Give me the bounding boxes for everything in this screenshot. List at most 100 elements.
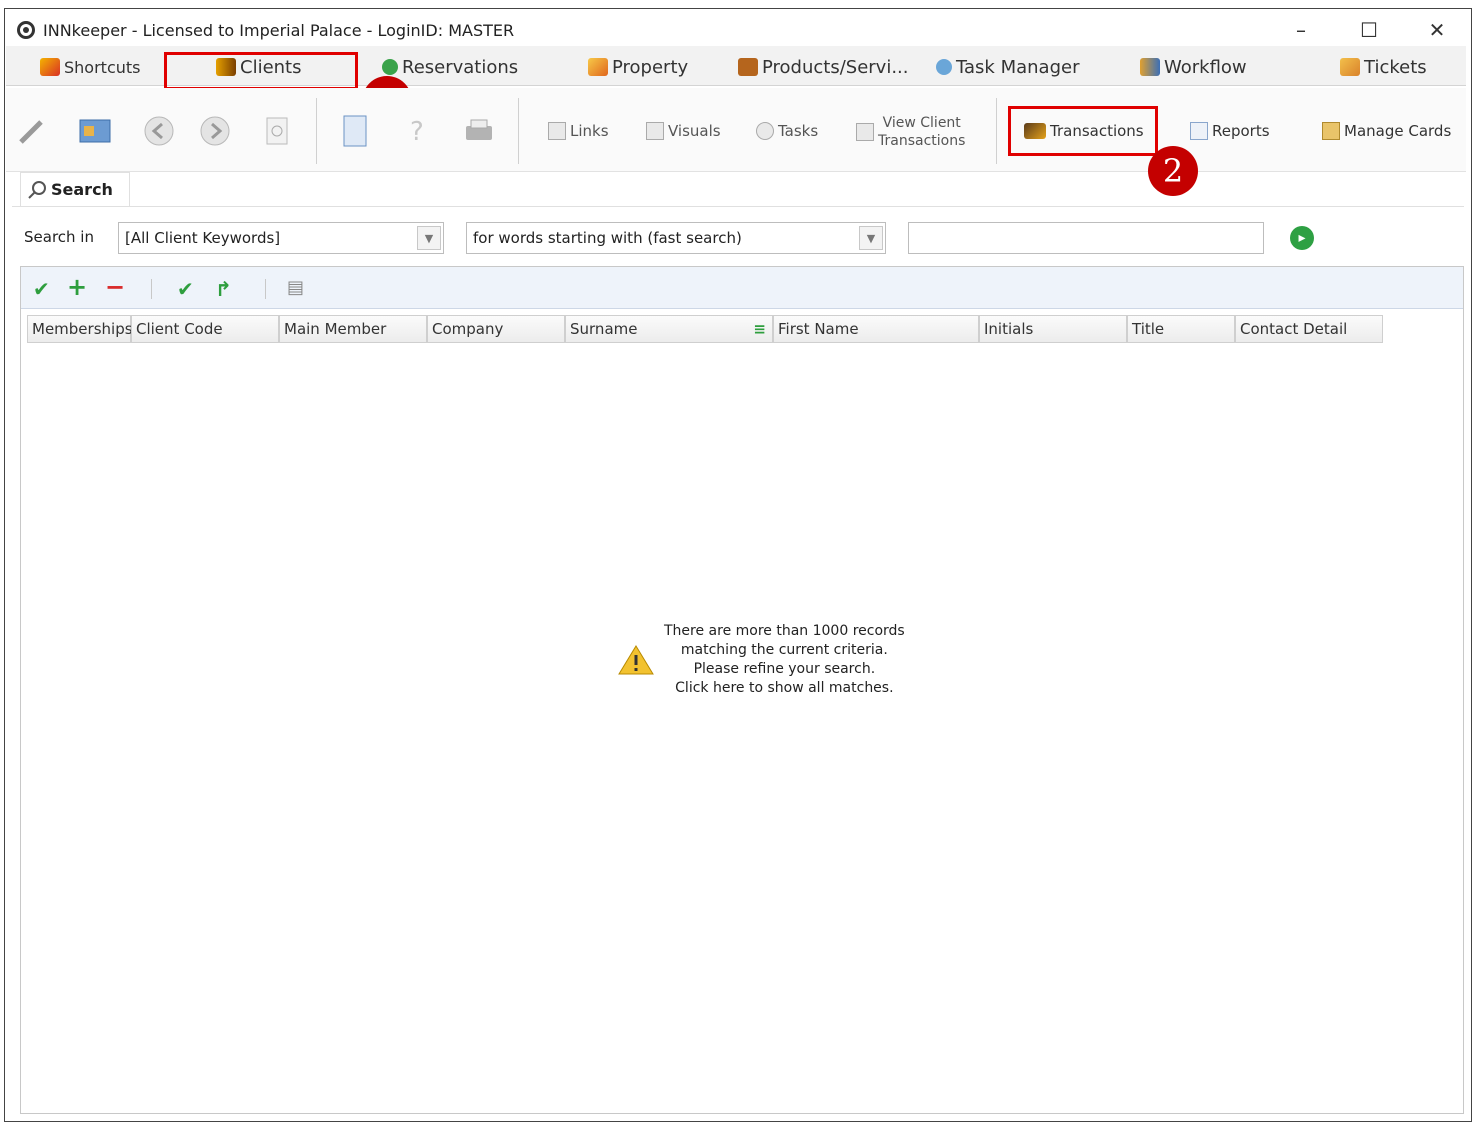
tab-shortcuts[interactable]: Shortcuts <box>40 52 140 82</box>
search-in-label: Search in <box>24 228 94 246</box>
client-card-icon[interactable] <box>78 114 112 148</box>
manage-cards-icon <box>1322 122 1340 140</box>
links-icon <box>548 122 566 140</box>
visuals-label: Visuals <box>668 122 721 140</box>
column-header[interactable]: Main Member <box>279 315 427 343</box>
notice-line: matching the current criteria. <box>680 642 888 658</box>
window-title: INNkeeper - Licensed to Imperial Palace … <box>43 20 515 40</box>
tab-label: Reservations <box>402 56 519 78</box>
ribbon-separator <box>996 98 997 164</box>
step-badge-2: 2 <box>1148 146 1198 196</box>
tab-property[interactable]: Property <box>588 52 688 82</box>
notice-text: There are more than 1000 records matchin… <box>664 622 905 698</box>
tab-label: Products/Servi... <box>762 56 909 78</box>
search-mode-dropdown[interactable]: for words starting with (fast search) ▼ <box>466 222 886 254</box>
tasks-button[interactable]: Tasks <box>756 122 818 140</box>
tab-workflow[interactable]: Workflow <box>1140 52 1247 82</box>
column-header-label: Surname <box>570 320 638 338</box>
property-icon <box>588 58 608 76</box>
shortcuts-icon <box>40 58 60 76</box>
view-client-line2: Transactions <box>878 133 966 149</box>
tab-label: Task Manager <box>956 56 1080 78</box>
view-client-line1: View Client <box>882 115 961 131</box>
filter-sort-icon[interactable]: ≡ <box>753 320 766 338</box>
forward-arrow-icon[interactable] <box>198 114 232 148</box>
tab-task-manager[interactable]: Task Manager <box>936 52 1079 82</box>
column-header[interactable]: Memberships <box>27 315 133 343</box>
chevron-down-icon[interactable]: ▼ <box>417 226 441 250</box>
visuals-button[interactable]: Visuals <box>646 122 721 140</box>
column-header[interactable]: Contact Detail <box>1235 315 1383 343</box>
search-input[interactable] <box>908 222 1264 254</box>
tab-label: Shortcuts <box>64 57 141 77</box>
edit-pencil-icon[interactable] <box>14 114 48 148</box>
workflow-icon <box>1140 58 1160 76</box>
column-header[interactable]: Company <box>427 315 565 343</box>
column-header-surname[interactable]: Surname ≡ <box>565 315 773 343</box>
tab-search[interactable]: Search <box>20 172 130 206</box>
links-button[interactable]: Links <box>548 122 609 140</box>
forward-share-icon[interactable]: ↱ <box>215 277 232 301</box>
tab-label: Tickets <box>1364 56 1427 78</box>
column-header[interactable]: Title <box>1127 315 1235 343</box>
view-transactions-icon <box>856 123 874 141</box>
keyword-dropdown-value: [All Client Keywords] <box>125 229 281 247</box>
tab-reservations[interactable]: Reservations <box>382 52 518 82</box>
column-header[interactable]: Initials <box>979 315 1127 343</box>
back-arrow-icon[interactable] <box>142 114 176 148</box>
view-client-transactions-button[interactable]: View Client Transactions <box>856 114 965 150</box>
transactions-highlight <box>1008 106 1158 156</box>
maximize-button[interactable]: ☐ <box>1335 9 1403 51</box>
toolbar-separator <box>151 279 152 299</box>
visuals-icon <box>646 122 664 140</box>
view-client-transactions-label: View Client Transactions <box>878 114 965 150</box>
document-refresh-icon[interactable] <box>260 114 294 148</box>
tab-label: Property <box>612 56 689 78</box>
svg-text:?: ? <box>410 117 424 147</box>
manage-cards-button[interactable]: Manage Cards <box>1322 122 1451 140</box>
chevron-down-icon[interactable]: ▼ <box>859 226 883 250</box>
printer-icon[interactable] <box>462 114 496 148</box>
too-many-records-notice[interactable]: There are more than 1000 records matchin… <box>618 622 905 698</box>
minimize-button[interactable]: – <box>1267 9 1335 51</box>
remove-icon[interactable]: − <box>105 273 125 301</box>
reservations-icon <box>382 59 398 75</box>
ribbon-separator <box>518 98 519 164</box>
toolbar-separator <box>265 279 266 299</box>
links-label: Links <box>570 122 609 140</box>
go-search-icon[interactable]: ▸ <box>1290 226 1314 250</box>
new-document-icon[interactable] <box>338 114 372 148</box>
column-header[interactable]: First Name <box>773 315 979 343</box>
help-icon[interactable]: ? <box>402 114 436 148</box>
column-header[interactable]: Client Code <box>131 315 279 343</box>
grid-toolbar: ✔ + − ✔ ↱ ▤ <box>21 267 1463 309</box>
notice-line: There are more than 1000 records <box>664 623 905 639</box>
tickets-icon <box>1340 58 1360 76</box>
tasks-label: Tasks <box>778 122 819 140</box>
window-controls: – ☐ ✕ <box>1267 9 1471 51</box>
products-icon <box>738 58 758 76</box>
ribbon-toolbar: ? Links Visuals Tasks View Client Transa… <box>6 88 1466 172</box>
app-logo-icon <box>17 21 35 39</box>
tab-products[interactable]: Products/Servi... <box>738 52 909 82</box>
show-all-matches-link[interactable]: Click here to show all matches. <box>664 679 905 698</box>
reports-icon <box>1190 122 1208 140</box>
close-button[interactable]: ✕ <box>1403 9 1471 51</box>
task-manager-icon <box>936 59 952 75</box>
tab-tickets[interactable]: Tickets <box>1340 52 1427 82</box>
keyword-dropdown[interactable]: [All Client Keywords] ▼ <box>118 222 444 254</box>
tab-label: Workflow <box>1164 56 1247 78</box>
search-mode-value: for words starting with (fast search) <box>473 229 742 247</box>
ribbon-separator <box>316 98 317 164</box>
check-all-icon[interactable]: ✔ <box>177 277 194 301</box>
reports-button[interactable]: Reports <box>1190 122 1270 140</box>
add-icon[interactable]: + <box>67 273 87 301</box>
warning-icon <box>618 645 654 675</box>
tasks-icon <box>756 122 774 140</box>
grid-printer-icon[interactable]: ▤ <box>287 277 304 298</box>
title-bar: INNkeeper - Licensed to Imperial Palace … <box>5 9 1471 51</box>
clients-tab-highlight <box>164 52 358 90</box>
grid-header-row: Memberships Client Code Main Member Comp… <box>27 315 1383 343</box>
notice-line: Please refine your search. <box>693 661 876 677</box>
check-icon[interactable]: ✔ <box>33 277 50 301</box>
